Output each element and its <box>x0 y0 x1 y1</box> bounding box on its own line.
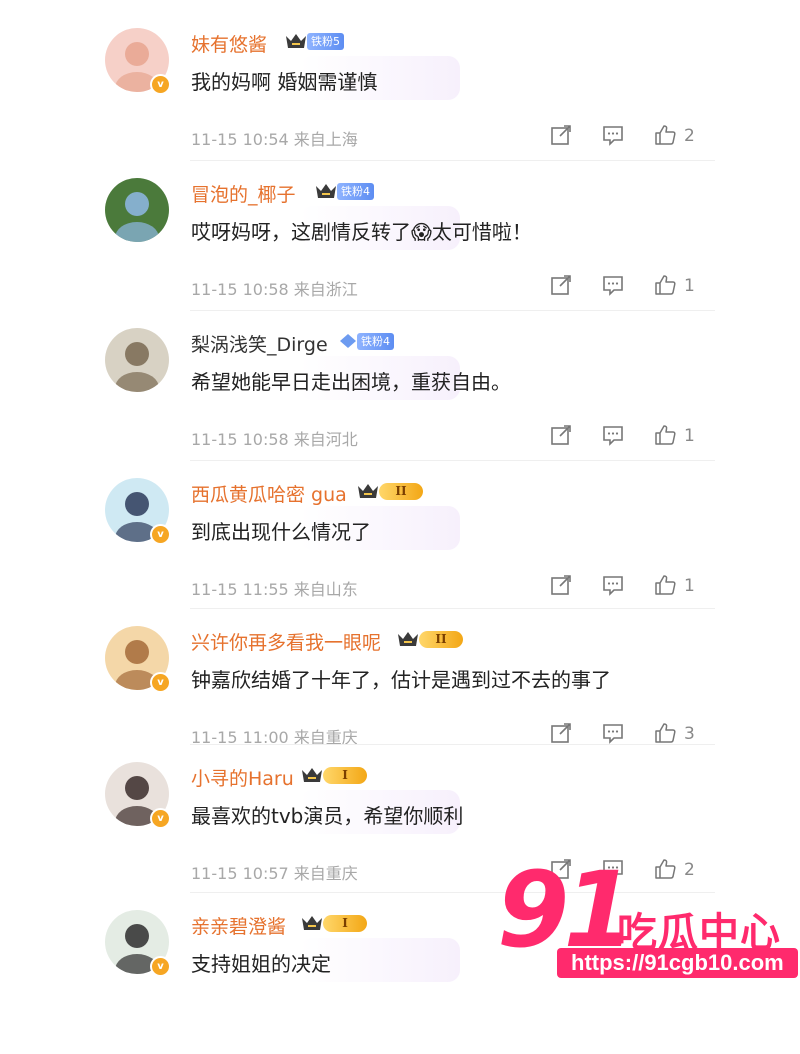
crown-icon <box>315 182 337 200</box>
comment-icon[interactable] <box>602 574 624 596</box>
divider <box>190 460 715 461</box>
comment-time: 11-15 11:55 <box>191 580 289 599</box>
like-icon[interactable] <box>654 574 676 596</box>
avatar[interactable] <box>105 178 169 242</box>
comment-time: 11-15 10:57 <box>191 864 289 883</box>
comment-location: 来自河北 <box>293 430 358 449</box>
like-count: 1 <box>684 426 695 446</box>
comment-text: 钟嘉欣结婚了十年了，估计是遇到过不去的事了 <box>191 668 611 692</box>
comment-item: v 西瓜黄瓜哈密 gua II 到底出现什么情况了 11-15 11:55 来自山东 1 <box>0 460 800 622</box>
comment-meta: 11-15 10:58 来自河北 <box>191 426 358 450</box>
vip-level-badge: I <box>323 767 367 784</box>
divider <box>190 608 715 609</box>
comment-icon[interactable] <box>602 274 624 296</box>
crown-icon <box>397 630 419 648</box>
fan-level-badge: 铁粉4 <box>357 333 394 350</box>
comment-meta: 11-15 10:54 来自上海 <box>191 126 358 150</box>
comment-text: 希望她能早日走出困境，重获自由。 <box>191 370 511 394</box>
share-icon[interactable] <box>550 124 572 146</box>
watermark-url: https://91cgb10.com <box>557 948 798 978</box>
watermark-number: 91 <box>497 849 636 971</box>
share-icon[interactable] <box>550 722 572 744</box>
diamond-icon <box>337 332 359 350</box>
username[interactable]: 妹有悠酱 <box>191 30 267 57</box>
share-icon[interactable] <box>550 424 572 446</box>
comment-text: 支持姐姐的决定 <box>191 952 331 976</box>
fan-level-badge: 铁粉5 <box>307 33 344 50</box>
like-icon[interactable] <box>654 274 676 296</box>
comment-time: 11-15 10:58 <box>191 280 289 299</box>
comment-location: 来自重庆 <box>293 864 358 883</box>
username[interactable]: 亲亲碧澄酱 <box>191 912 286 939</box>
username[interactable]: 西瓜黄瓜哈密 gua <box>191 480 347 507</box>
crown-icon <box>285 32 307 50</box>
comment-location: 来自上海 <box>293 130 358 149</box>
comment-time: 11-15 10:54 <box>191 130 289 149</box>
comment-item: v 妹有悠酱 铁粉5 我的妈啊 婚姻需谨慎 11-15 10:54 来自上海 2 <box>0 22 800 172</box>
divider <box>190 744 715 745</box>
verified-v-icon: v <box>150 524 171 545</box>
username[interactable]: 梨涡浅笑_Dirge <box>191 330 328 357</box>
like-count: 1 <box>684 276 695 296</box>
like-icon[interactable] <box>654 124 676 146</box>
share-icon[interactable] <box>550 274 572 296</box>
vip-level-badge: II <box>419 631 463 648</box>
verified-v-icon: v <box>150 672 171 693</box>
crown-icon <box>301 766 323 784</box>
like-icon[interactable] <box>654 722 676 744</box>
username[interactable]: 小寻的Haru <box>191 764 294 791</box>
share-icon[interactable] <box>550 574 572 596</box>
comment-item: 冒泡的_椰子 铁粉4 哎呀妈呀，这剧情反转了😱太可惜啦！ 11-15 10:58 来自… <box>0 160 800 322</box>
comment-meta: 11-15 11:55 来自山东 <box>191 576 358 600</box>
verified-v-icon: v <box>150 74 171 95</box>
comment-text: 哎呀妈呀，这剧情反转了😱太可惜啦！ <box>191 220 532 244</box>
comment-icon[interactable] <box>602 424 624 446</box>
crown-icon <box>357 482 379 500</box>
divider <box>190 310 715 311</box>
like-icon[interactable] <box>654 424 676 446</box>
username[interactable]: 冒泡的_椰子 <box>191 180 296 207</box>
comment-text: 最喜欢的tvb演员，希望你顺利 <box>191 804 464 828</box>
comment-meta: 11-15 10:58 来自浙江 <box>191 276 358 300</box>
comment-icon[interactable] <box>602 124 624 146</box>
like-count: 2 <box>684 126 695 146</box>
comment-meta: 11-15 10:57 来自重庆 <box>191 860 358 884</box>
vip-level-badge: I <box>323 915 367 932</box>
divider <box>190 160 715 161</box>
fan-level-badge: 铁粉4 <box>337 183 374 200</box>
crown-icon <box>301 914 323 932</box>
comment-item: v 兴许你再多看我一眼呢 II 钟嘉欣结婚了十年了，估计是遇到过不去的事了 11-15 … <box>0 608 800 770</box>
comment-text: 我的妈啊 婚姻需谨慎 <box>191 70 378 94</box>
verified-v-icon: v <box>150 956 171 977</box>
like-count: 1 <box>684 576 695 596</box>
comment-text: 到底出现什么情况了 <box>191 520 371 544</box>
comment-icon[interactable] <box>602 722 624 744</box>
comment-location: 来自山东 <box>293 580 358 599</box>
comment-location: 来自浙江 <box>293 280 358 299</box>
username[interactable]: 兴许你再多看我一眼呢 <box>191 628 381 655</box>
like-count: 3 <box>684 724 695 744</box>
comment-time: 11-15 10:58 <box>191 430 289 449</box>
verified-v-icon: v <box>150 808 171 829</box>
avatar[interactable] <box>105 328 169 392</box>
vip-level-badge: II <box>379 483 423 500</box>
comment-item: 梨涡浅笑_Dirge 铁粉4 希望她能早日走出困境，重获自由。 11-15 10:58… <box>0 310 800 472</box>
site-watermark: 91 吃瓜中心 https://91cgb10.com <box>497 849 800 1000</box>
